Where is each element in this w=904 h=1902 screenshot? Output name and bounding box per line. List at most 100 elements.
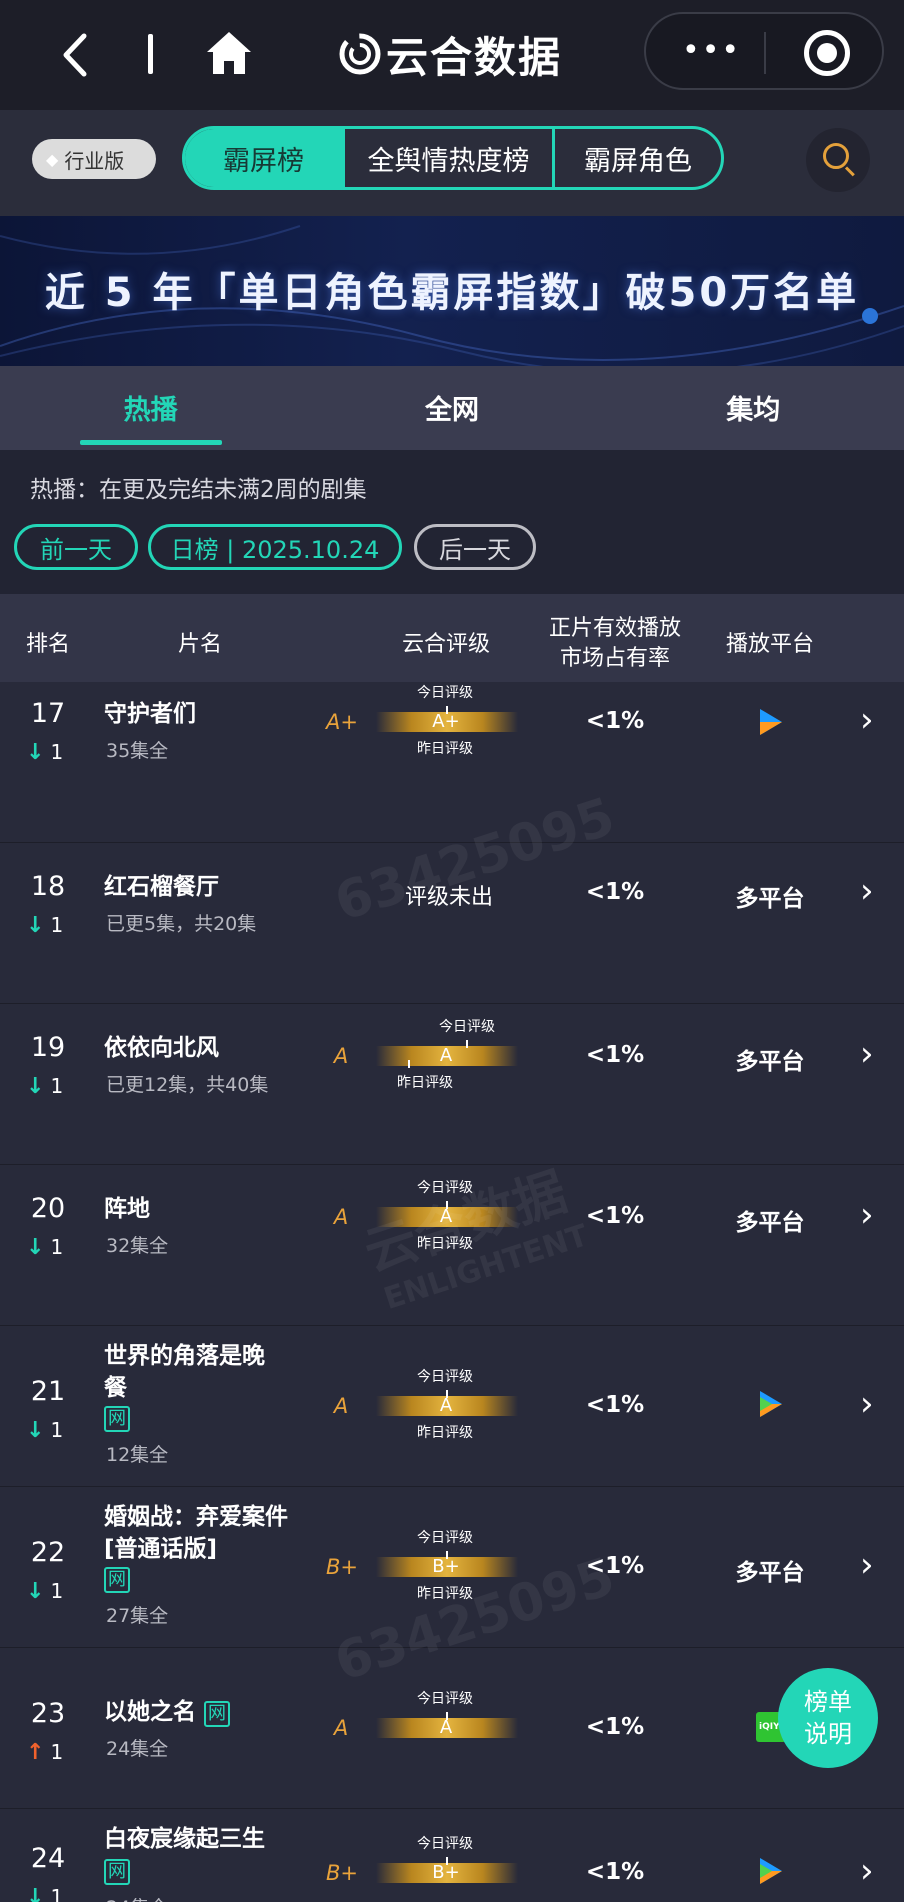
next-day-button[interactable]: 后一天: [414, 524, 536, 570]
rank-number: 17: [30, 698, 66, 729]
episode-status: 已更5集，共20集: [106, 913, 257, 935]
grade-label: A: [333, 1716, 349, 1740]
episode-status: 24集全: [106, 1738, 169, 1760]
edition-badge-label: 行业版: [64, 148, 125, 173]
table-row[interactable]: 19 ↓ 1 依依向北风 已更12集，共40集 A 今日评级 A 昨日评级 <1%…: [0, 1004, 904, 1165]
search-icon-handle: [844, 166, 855, 177]
table-header: 排名 片名 云合评级 正片有效播放 市场占有率 播放平台: [0, 594, 904, 696]
today-grade-caption: 今日评级: [439, 1019, 495, 1035]
market-share: <1%: [585, 879, 645, 905]
rank-change: ↓ 1: [26, 1235, 63, 1260]
down-arrow-icon: ↓: [26, 1885, 45, 1902]
rank-number: 24: [30, 1843, 66, 1874]
web-series-tag: 网: [104, 1406, 130, 1432]
grade-bar-value: A: [439, 1045, 453, 1066]
divider: [148, 34, 153, 74]
grade-label: B+: [326, 1861, 359, 1885]
rank-change-value: 1: [50, 1740, 64, 1764]
app-title: 云合数据: [386, 32, 563, 82]
table-row[interactable]: 21 ↓ 1 世界的角落是晚餐 网 12集全 A 今日评级 A 昨日评级 <1% …: [0, 1326, 904, 1487]
tencent-video-icon: [760, 709, 782, 735]
tab-all[interactable]: 全网: [301, 366, 602, 450]
episode-status: 27集全: [106, 1605, 169, 1627]
promo-banner[interactable]: 近 5 年「单日角色霸屏指数」破50万名单: [0, 216, 904, 366]
header-controls: ◆ 行业版 霸屏榜 全舆情热度榜 霸屏角色: [0, 110, 904, 216]
grade-bar-value: A: [439, 1717, 453, 1738]
tencent-video-icon: [760, 1858, 782, 1884]
rank-change-value: 1: [50, 1418, 64, 1442]
ranking-switch: 霸屏榜 全舆情热度榜 霸屏角色: [182, 126, 724, 190]
chevron-right-icon[interactable]: ›: [860, 700, 874, 740]
chevron-right-icon[interactable]: ›: [860, 871, 874, 911]
platform-multi: 多平台: [735, 886, 805, 912]
edition-badge[interactable]: ◆ 行业版: [32, 139, 156, 179]
show-title-text: 以她之名: [104, 1699, 196, 1725]
segment-dominance[interactable]: 霸屏榜: [185, 129, 345, 187]
show-title: 阵地: [104, 1196, 150, 1222]
tab-hot[interactable]: 热播: [0, 366, 301, 450]
grade-label: B+: [326, 1555, 359, 1579]
rank-change: ↓ 1: [26, 1074, 63, 1099]
episode-status: 已更12集，共40集: [106, 1074, 269, 1096]
more-icon[interactable]: •••: [682, 36, 741, 66]
today-grade-caption: 今日评级: [417, 1836, 473, 1852]
rank-change: ↓ 1: [26, 740, 63, 765]
up-arrow-icon: ↑: [26, 1740, 45, 1765]
market-share: <1%: [585, 1714, 645, 1740]
grade-label: A: [333, 1394, 349, 1418]
rank-change: ↓ 1: [26, 1885, 63, 1902]
ranking-explanation-button[interactable]: 榜单 说明: [778, 1668, 878, 1768]
episode-status: 32集全: [106, 1235, 169, 1257]
table-row[interactable]: 23 ↑1 以她之名 网 24集全 A 今日评级 A <1% iQIYI ›: [0, 1648, 904, 1809]
col-rank: 排名: [25, 632, 70, 657]
table-row[interactable]: 24 ↓1 白夜宸缘起三生 网 24集全 B+ 今日评级 B+ <1% ›: [0, 1809, 904, 1902]
fab-line1: 榜单: [804, 1688, 852, 1716]
table-row[interactable]: 17 ↓ 1 守护者们 35集全 A+ 今日评级 A+ 昨日评级 <1% ›: [0, 682, 904, 843]
segment-sentiment[interactable]: 全舆情热度榜: [345, 129, 555, 187]
web-series-tag: 网: [204, 1701, 231, 1727]
down-arrow-icon: ↓: [26, 913, 45, 938]
rank-change-value: 1: [50, 1579, 64, 1603]
show-title: 以她之名 网: [104, 1696, 231, 1728]
grade-bar-value: A: [439, 1395, 453, 1416]
market-share: <1%: [585, 1392, 645, 1418]
show-title: 白夜宸缘起三生: [104, 1826, 265, 1852]
top-bar: 云合数据 •••: [0, 0, 904, 110]
episode-status: 12集全: [106, 1444, 169, 1466]
home-icon[interactable]: [205, 30, 253, 76]
grade-bar-value: A+: [432, 711, 460, 732]
rank-change: ↓ 1: [26, 1418, 63, 1443]
chevron-right-icon[interactable]: ›: [860, 1851, 874, 1891]
grade-bar-value: B+: [432, 1862, 460, 1883]
platform-multi: 多平台: [735, 1049, 805, 1075]
chevron-right-icon[interactable]: ›: [860, 1034, 874, 1074]
market-share: <1%: [585, 708, 645, 734]
down-arrow-icon: ↓: [26, 1074, 45, 1099]
episode-status: 35集全: [106, 740, 169, 762]
today-grade-caption: 今日评级: [417, 685, 473, 701]
chevron-right-icon[interactable]: ›: [860, 1195, 874, 1235]
grade-label: A: [333, 1044, 349, 1068]
close-miniapp-icon[interactable]: [804, 30, 850, 76]
today-grade-caption: 今日评级: [417, 1530, 473, 1546]
rank-change: ↓ 1: [26, 1579, 63, 1604]
tencent-video-icon: [760, 1391, 782, 1417]
yesterday-grade-caption: 昨日评级: [417, 1425, 473, 1441]
search-button[interactable]: [806, 128, 870, 192]
down-arrow-icon: ↓: [26, 740, 45, 765]
web-series-tag-label: 网: [104, 1859, 130, 1885]
down-arrow-icon: ↓: [26, 1418, 45, 1443]
tab-average[interactable]: 集均: [603, 366, 904, 450]
prev-day-button[interactable]: 前一天: [14, 524, 138, 570]
date-selector[interactable]: 日榜 | 2025.10.24: [148, 524, 402, 570]
col-platform: 播放平台: [725, 632, 814, 657]
search-icon: [823, 143, 849, 169]
chevron-right-icon[interactable]: ›: [860, 1384, 874, 1424]
miniapp-capsule: •••: [644, 12, 884, 90]
chevron-right-icon[interactable]: ›: [860, 1545, 874, 1585]
rank-number: 22: [30, 1537, 66, 1568]
brand: 云合数据: [338, 26, 562, 82]
segment-roles[interactable]: 霸屏角色: [555, 129, 721, 187]
back-icon[interactable]: [58, 30, 94, 80]
list-description: 热播：在更及完结未满2周的剧集: [30, 477, 367, 503]
